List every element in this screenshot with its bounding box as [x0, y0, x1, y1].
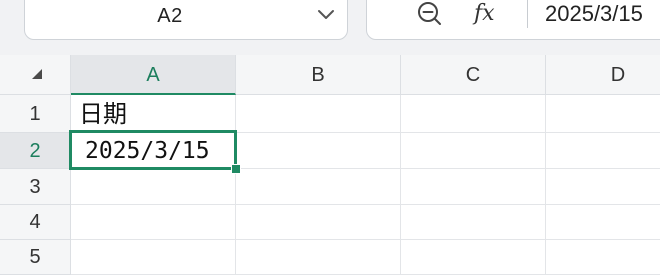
cell-d5[interactable]	[546, 240, 660, 275]
formula-bar: A2 fx 2025/3/15	[0, 0, 660, 55]
fill-handle[interactable]	[231, 164, 241, 174]
cell-d2[interactable]	[546, 133, 660, 169]
row-header-4[interactable]: 4	[0, 205, 71, 240]
formula-value[interactable]: 2025/3/15	[545, 1, 660, 27]
cell-a1[interactable]: 日期	[71, 95, 236, 133]
name-box[interactable]: A2	[24, 0, 348, 40]
cell-a5[interactable]	[71, 240, 236, 275]
cell-c4[interactable]	[401, 205, 546, 240]
cell-a3[interactable]	[71, 169, 236, 205]
cell-c3[interactable]	[401, 169, 546, 205]
column-header-b[interactable]: B	[236, 55, 401, 95]
cell-b5[interactable]	[236, 240, 401, 275]
cell-c1[interactable]	[401, 95, 546, 133]
cell-b1[interactable]	[236, 95, 401, 133]
cell-d1[interactable]	[546, 95, 660, 133]
column-header-c[interactable]: C	[401, 55, 546, 95]
cell-b2[interactable]	[236, 133, 401, 169]
name-box-value: A2	[157, 5, 183, 27]
select-all-triangle-icon	[32, 69, 42, 79]
formula-divider	[527, 0, 528, 28]
row-header-2[interactable]: 2	[0, 133, 71, 169]
cell-b3[interactable]	[236, 169, 401, 205]
cell-d4[interactable]	[546, 205, 660, 240]
cell-d3[interactable]	[546, 169, 660, 205]
zoom-out-icon[interactable]	[416, 0, 444, 28]
column-header-d[interactable]: D	[546, 55, 660, 95]
fx-icon[interactable]: fx	[474, 1, 495, 26]
row-header-3[interactable]: 3	[0, 169, 71, 205]
cell-a2[interactable]: 2025/3/15	[71, 133, 236, 169]
column-header-a[interactable]: A	[71, 55, 236, 95]
row-header-1[interactable]: 1	[0, 95, 71, 133]
chevron-down-icon[interactable]	[313, 5, 339, 25]
cell-a4[interactable]	[71, 205, 236, 240]
cell-c5[interactable]	[401, 240, 546, 275]
spreadsheet-grid: A B C D 1 2 3 4 5 日期 2025/3/15	[0, 55, 660, 275]
cell-c2[interactable]	[401, 133, 546, 169]
cell-b4[interactable]	[236, 205, 401, 240]
select-all-corner[interactable]	[0, 55, 71, 95]
row-header-5[interactable]: 5	[0, 240, 71, 275]
